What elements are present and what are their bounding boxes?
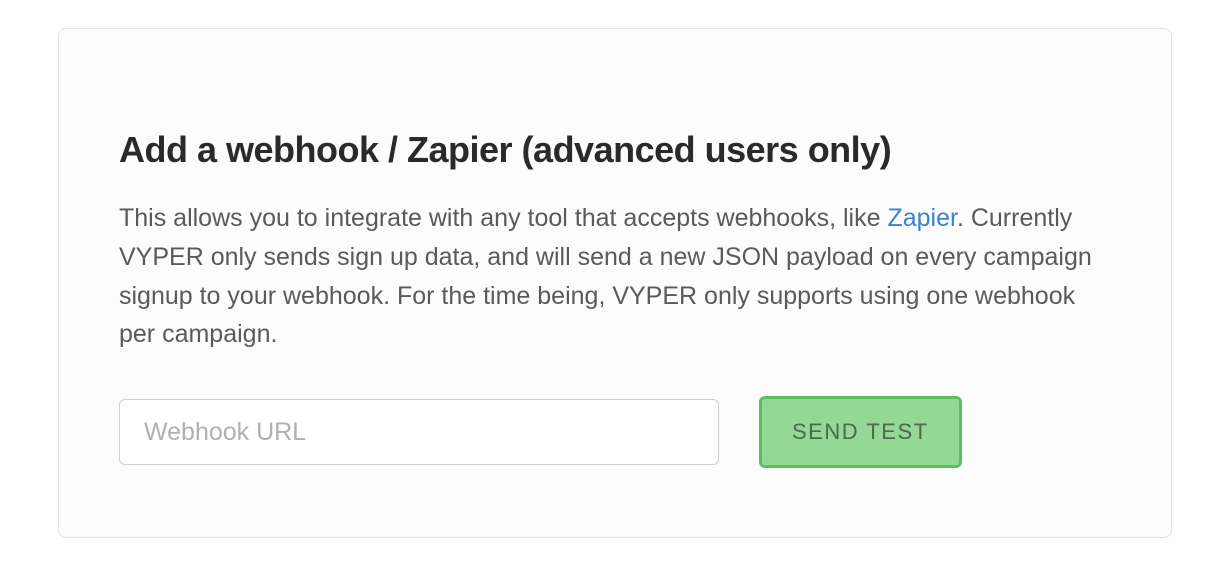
zapier-link[interactable]: Zapier [887, 204, 956, 232]
webhook-url-input[interactable] [119, 399, 719, 465]
description-text-pre: This allows you to integrate with any to… [119, 204, 887, 232]
form-row: SEND TEST [119, 396, 1111, 468]
card-description: This allows you to integrate with any to… [119, 199, 1111, 354]
send-test-button[interactable]: SEND TEST [759, 396, 962, 468]
webhook-card: Add a webhook / Zapier (advanced users o… [58, 28, 1172, 538]
card-heading: Add a webhook / Zapier (advanced users o… [119, 129, 1111, 171]
